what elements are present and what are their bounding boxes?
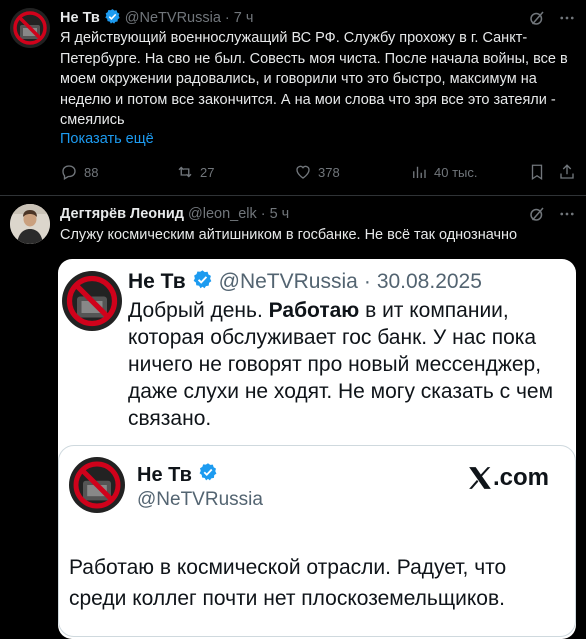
bookmark-button[interactable] — [528, 163, 546, 181]
timestamp[interactable]: 5 ч — [270, 206, 290, 222]
share-icon — [560, 164, 574, 179]
repost-count: 27 — [200, 164, 215, 180]
repost-icon — [178, 166, 192, 178]
tweet-text: Я действующий военнослужащий ВС РФ. Служ… — [60, 30, 568, 128]
verified-badge-icon — [198, 462, 218, 488]
views-button[interactable]: 40 тыс. — [410, 163, 477, 181]
quoted-card: Не Тв @NeTVRussia .com Работаю в космиче… — [58, 445, 576, 637]
views-count: 40 тыс. — [434, 164, 478, 180]
tweet-text: Служу космическим айтишником в госбанке.… — [60, 227, 518, 243]
verified-badge-icon — [104, 8, 121, 29]
reply-button[interactable]: 88 — [60, 163, 98, 181]
show-more-link[interactable]: Показать ещё — [60, 131, 154, 147]
author-handle[interactable]: @NeTVRussia — [125, 10, 221, 26]
tweet-1[interactable]: Не Тв @NeTVRussia · 7 ч Я действующий во… — [0, 0, 586, 195]
bookmark-icon — [531, 164, 543, 181]
tweet-2[interactable]: Дегтярёв Леонид @leon_elk · 5 ч Служу ко… — [0, 196, 586, 639]
share-button[interactable] — [558, 163, 576, 181]
separator: · — [363, 270, 371, 293]
separator: · — [260, 206, 266, 222]
separator: · — [224, 10, 230, 26]
repost-button[interactable]: 27 — [176, 163, 214, 181]
timestamp[interactable]: 7 ч — [234, 10, 254, 26]
card-author-name: Не Тв — [137, 463, 192, 486]
x-logo-icon: .com — [467, 464, 549, 492]
embedded-image[interactable]: Не Тв @NeTVRussia · 30.08.2025 Добрый де… — [58, 259, 576, 639]
reply-icon — [62, 165, 76, 180]
reply-count: 88 — [84, 164, 99, 180]
views-icon — [413, 166, 426, 178]
embed-tweet-text: Добрый день. Работаю в ит компании, кото… — [128, 299, 554, 430]
avatar[interactable] — [10, 204, 50, 244]
card-text: Работаю в космической отрасли. Радует, ч… — [69, 556, 507, 610]
card-avatar — [69, 457, 125, 513]
author-name[interactable]: Дегтярёв Леонид — [60, 206, 184, 222]
embed-date: 30.08.2025 — [376, 270, 482, 293]
like-button[interactable]: 378 — [294, 163, 340, 181]
embed-author-name: Не Тв — [128, 270, 186, 293]
embed-author-handle: @NeTVRussia — [218, 270, 358, 293]
verified-badge-icon — [192, 269, 213, 296]
embed-avatar — [62, 271, 122, 331]
like-count: 378 — [318, 164, 340, 180]
author-handle[interactable]: @leon_elk — [188, 206, 257, 222]
embed-bold-word: Работаю — [268, 299, 360, 322]
card-author-handle: @NeTVRussia — [137, 489, 263, 510]
avatar[interactable] — [10, 8, 50, 48]
author-name[interactable]: Не Тв — [60, 10, 100, 26]
brand-text: .com — [493, 464, 550, 491]
heart-icon — [296, 165, 310, 179]
